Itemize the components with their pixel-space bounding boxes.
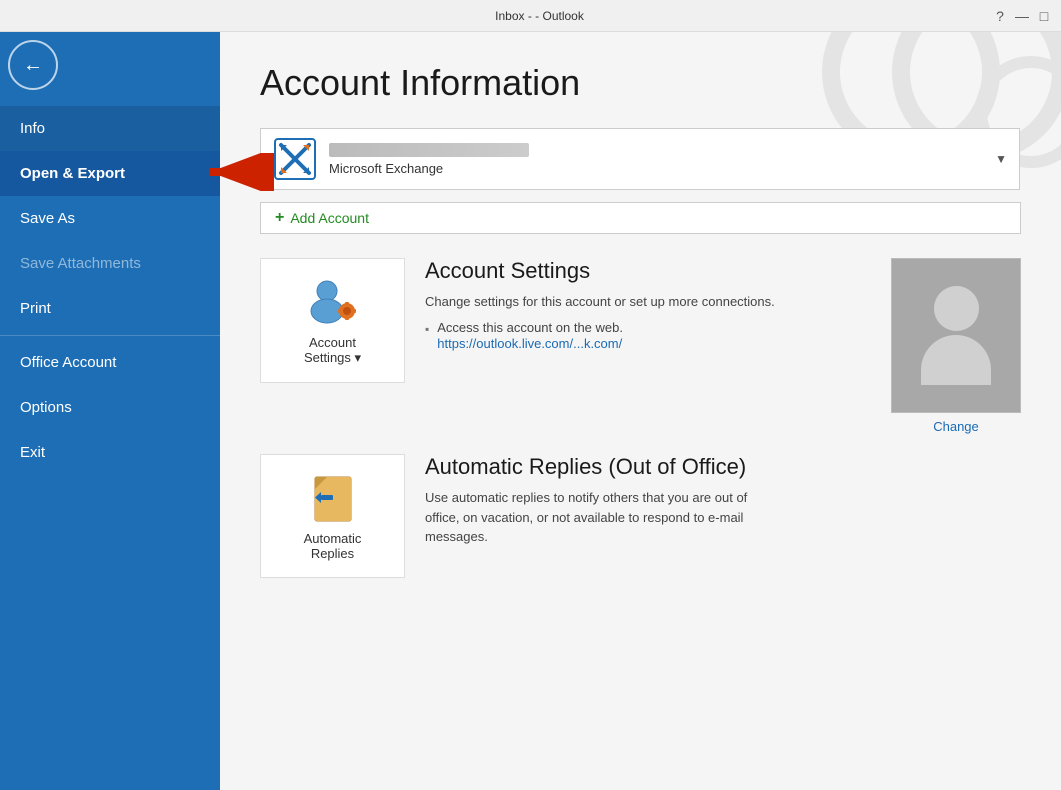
page-title: Account Information xyxy=(260,62,1021,104)
automatic-replies-info: Automatic Replies (Out of Office) Use au… xyxy=(425,454,1021,555)
automatic-replies-icon-box[interactable]: AutomaticReplies xyxy=(260,454,405,578)
account-settings-info: Account Settings Change settings for thi… xyxy=(425,258,871,353)
minimize-button[interactable]: — xyxy=(1013,7,1031,25)
title-bar: Inbox - - Outlook ? — □ xyxy=(0,0,1061,32)
account-settings-card: AccountSettings ▾ Account Settings Chang… xyxy=(260,258,1021,434)
sidebar-nav: Info Open & Export xyxy=(0,106,220,475)
account-info: Microsoft Exchange xyxy=(329,143,995,176)
account-name-blurred xyxy=(329,143,529,157)
sidebar-item-office-account[interactable]: Office Account xyxy=(0,340,220,385)
automatic-replies-svg-icon xyxy=(305,471,361,523)
automatic-replies-card: AutomaticReplies Automatic Replies (Out … xyxy=(260,454,1021,578)
title-bar-controls: ? — □ xyxy=(991,7,1053,25)
red-arrow-indicator xyxy=(200,153,275,195)
back-button[interactable]: ← xyxy=(8,40,58,90)
dropdown-arrow-icon: ▼ xyxy=(995,152,1007,166)
automatic-replies-description: Use automatic replies to notify others t… xyxy=(425,488,785,547)
account-web-link[interactable]: https://outlook.live.com/...k.com/ xyxy=(437,336,622,351)
app-layout: ← Info Open & Export xyxy=(0,32,1061,790)
avatar-head xyxy=(934,286,979,331)
sidebar-item-options[interactable]: Options xyxy=(0,385,220,430)
avatar-section: Change xyxy=(891,258,1021,434)
exchange-icon xyxy=(273,137,317,181)
account-settings-description: Change settings for this account or set … xyxy=(425,292,785,312)
sidebar-item-save-as[interactable]: Save As xyxy=(0,196,220,241)
account-web-access-text: Access this account on the web. xyxy=(437,320,623,335)
sidebar-divider xyxy=(0,335,220,336)
maximize-button[interactable]: □ xyxy=(1035,7,1053,25)
account-settings-title: Account Settings xyxy=(425,258,871,284)
avatar-change-link[interactable]: Change xyxy=(933,419,979,434)
add-icon: + xyxy=(275,209,284,227)
add-account-label: Add Account xyxy=(290,210,369,226)
main-content: Account Information xyxy=(220,32,1061,790)
automatic-replies-card-label: AutomaticReplies xyxy=(304,531,362,561)
avatar-person-graphic xyxy=(921,286,991,385)
add-account-button[interactable]: + Add Account xyxy=(260,202,1021,234)
account-settings-link-row: ▪ Access this account on the web. https:… xyxy=(425,320,871,353)
account-settings-icon-box[interactable]: AccountSettings ▾ xyxy=(260,258,405,383)
account-settings-svg-icon xyxy=(305,275,361,327)
title-bar-text: Inbox - - Outlook xyxy=(88,9,991,23)
sidebar-item-exit[interactable]: Exit xyxy=(0,430,220,475)
sidebar-item-print[interactable]: Print xyxy=(0,286,220,331)
sidebar-item-save-attachments: Save Attachments xyxy=(0,241,220,286)
account-dropdown[interactable]: Microsoft Exchange ▼ xyxy=(260,128,1020,190)
avatar-body xyxy=(921,335,991,385)
automatic-replies-title: Automatic Replies (Out of Office) xyxy=(425,454,1021,480)
help-button[interactable]: ? xyxy=(991,7,1009,25)
account-settings-card-label: AccountSettings ▾ xyxy=(304,335,361,366)
sidebar: ← Info Open & Export xyxy=(0,32,220,790)
sidebar-item-open-export[interactable]: Open & Export xyxy=(0,151,220,196)
sidebar-item-info[interactable]: Info xyxy=(0,106,220,151)
avatar-box xyxy=(891,258,1021,413)
bullet-icon: ▪ xyxy=(425,322,429,336)
account-type: Microsoft Exchange xyxy=(329,161,995,176)
